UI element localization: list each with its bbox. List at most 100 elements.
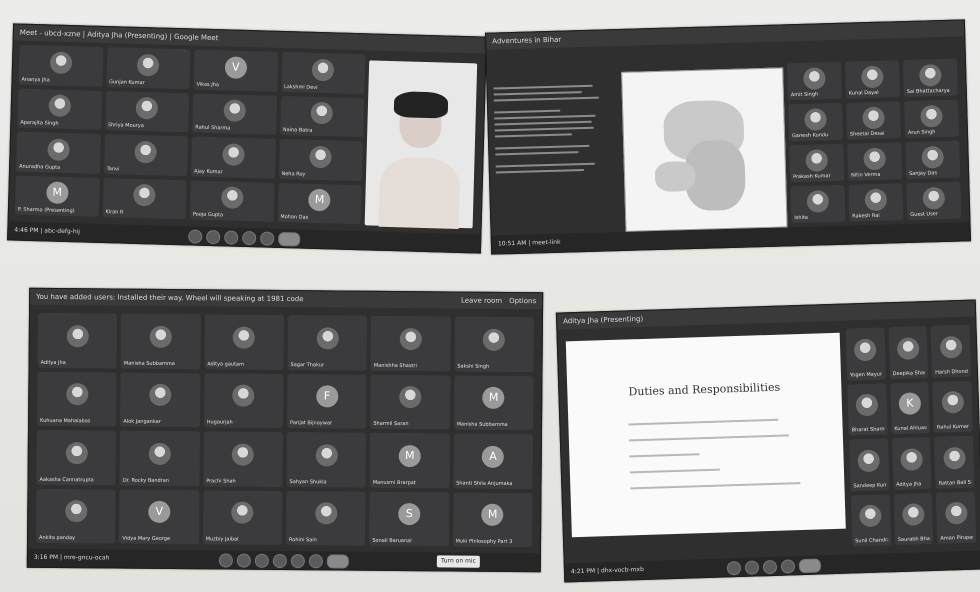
- camera-button[interactable]: [206, 229, 221, 245]
- participant-tile[interactable]: Nitin Verma: [847, 142, 903, 181]
- participant-tile[interactable]: Lakshmi Devi: [280, 51, 366, 94]
- leave-call-button[interactable]: [326, 554, 349, 569]
- participant-tile[interactable]: Kuhuana Mahalabas: [37, 371, 117, 427]
- more-options-button[interactable]: [780, 559, 796, 574]
- participant-tile[interactable]: K Kunal Ahluwalia: [889, 381, 931, 435]
- participant-tile[interactable]: Aditya Jha: [37, 312, 118, 369]
- participant-tile[interactable]: Sahyan Shukla: [286, 432, 367, 488]
- avatar: [941, 391, 964, 414]
- present-button[interactable]: [224, 230, 239, 245]
- participant-tile[interactable]: Sanjay Das: [905, 140, 961, 180]
- participant-tile[interactable]: Kiran R: [102, 177, 187, 220]
- participant-grid: Amit Singh Kunal Dayal Sai Bhattacharya Gan…: [786, 58, 962, 224]
- more-options-button[interactable]: [260, 231, 275, 246]
- participant-tile[interactable]: M Manisha Subbamma: [453, 374, 534, 431]
- participant-tile[interactable]: Rattan Bali Singh: [934, 435, 975, 489]
- mic-hint[interactable]: Turn on mic: [436, 555, 480, 568]
- camera-button[interactable]: [744, 560, 760, 575]
- mic-button[interactable]: [726, 560, 742, 576]
- participant-tile[interactable]: Tanvi: [103, 134, 189, 176]
- participant-tile[interactable]: Gunjan Kumar: [105, 47, 191, 89]
- avatar: [857, 449, 881, 472]
- participant-tile[interactable]: Sharmil Saran: [370, 374, 451, 430]
- participant-tile[interactable]: Aditya Jha: [891, 436, 932, 490]
- participant-tile[interactable]: Ganesh Kundu: [788, 102, 844, 142]
- avatar: F: [315, 385, 339, 408]
- leave-call-button[interactable]: [798, 558, 822, 574]
- participant-tile[interactable]: Aparajita Singh: [17, 88, 102, 130]
- participant-tile[interactable]: Manishha Shastri: [370, 315, 451, 371]
- avatar: [48, 94, 71, 118]
- participant-tile[interactable]: Guest User: [906, 181, 962, 221]
- mic-button[interactable]: [188, 229, 203, 244]
- participant-tile[interactable]: Sandeep Kumar: [848, 438, 890, 491]
- participant-tile[interactable]: Ananya Jha: [18, 44, 104, 87]
- participant-tile[interactable]: Muzbiy Jaibal: [202, 489, 283, 545]
- participant-tile[interactable]: Aman Pirupama: [936, 491, 977, 544]
- participant-tile[interactable]: Anuradha Gupta: [16, 131, 101, 174]
- participant-tile[interactable]: Saurabh Bhat: [893, 492, 934, 546]
- participant-name: Bharat Sharma: [851, 426, 885, 434]
- participant-tile[interactable]: Rahul Kumar: [932, 380, 973, 433]
- present-button[interactable]: [272, 553, 287, 569]
- participant-name: Dr. Rocky Bandran: [122, 477, 169, 484]
- participant-tile[interactable]: Shriya Mourya: [104, 90, 190, 133]
- participant-tile[interactable]: Hugaurjah: [203, 372, 284, 428]
- participant-tile[interactable]: Dr. Rocky Bandran: [119, 430, 200, 486]
- participant-tile[interactable]: S Sonali Baruanal: [369, 491, 450, 547]
- camera-button[interactable]: [236, 553, 251, 568]
- participant-tile[interactable]: Arun Singh: [904, 99, 960, 139]
- participant-tile[interactable]: Neha Roy: [278, 138, 363, 181]
- participant-tile[interactable]: Aditya gautam: [204, 314, 285, 370]
- participant-tile[interactable]: V Vidya Mary George: [119, 489, 200, 545]
- participant-tile[interactable]: Pooja Gupta: [189, 179, 275, 222]
- captions-button[interactable]: [254, 553, 269, 568]
- participant-tile[interactable]: M Mohan Das: [277, 182, 362, 225]
- raise-hand-button[interactable]: [242, 230, 257, 246]
- leave-call-button[interactable]: [278, 231, 301, 247]
- participant-tile[interactable]: Rohini Sain: [285, 490, 366, 546]
- shared-document: Duties and Responsibilities: [565, 332, 846, 538]
- participant-tile[interactable]: Prachi Shah: [203, 431, 283, 487]
- participant-tile[interactable]: Sunil Chandra: [850, 493, 891, 547]
- participant-tile[interactable]: Yogen Mayur: [845, 327, 886, 381]
- participant-tile[interactable]: Rakesh Rai: [848, 183, 904, 222]
- participant-tile[interactable]: F Parijat Bijnaywar: [287, 373, 367, 429]
- participant-tile[interactable]: Kunal Dayal: [844, 60, 900, 99]
- participant-name: Saurabh Bhat: [897, 536, 931, 544]
- participant-tile[interactable]: Ajay Kumar: [190, 136, 276, 179]
- raise-hand-button[interactable]: [290, 554, 305, 569]
- participant-tile[interactable]: Prakash Kumar: [789, 143, 845, 183]
- participant-tile[interactable]: Sai Bhattacharya: [902, 58, 958, 98]
- participant-tile[interactable]: Aakasha Cannatrupta: [36, 429, 117, 486]
- participant-tile[interactable]: Bharat Sharma: [847, 382, 888, 436]
- avatar: [149, 325, 172, 348]
- participant-tile[interactable]: M P. Sharma (Presenting): [14, 175, 100, 217]
- participant-tile[interactable]: Naina Batra: [279, 95, 365, 138]
- leave-room-link[interactable]: Leave room: [461, 293, 502, 309]
- options-link[interactable]: Options: [509, 293, 536, 309]
- avatar: M: [482, 387, 505, 410]
- participant-tile[interactable]: Sakshi Singh: [454, 316, 534, 372]
- participant-tile[interactable]: Ankita panday: [36, 488, 116, 544]
- participant-tile[interactable]: Alok Jangankar: [120, 372, 201, 428]
- participant-tile[interactable]: Harsh Dhondhuwarn: [930, 324, 972, 378]
- more-options-button[interactable]: [308, 554, 323, 569]
- participant-tile[interactable]: A Shanti Shila Anjumaka: [453, 433, 533, 489]
- avatar: [223, 99, 246, 123]
- participant-tile[interactable]: M Manusmi Brarpat: [369, 432, 450, 488]
- participant-name: Manishha Shastri: [373, 362, 417, 369]
- participant-tile[interactable]: M Muki Philosophy Part 3: [452, 491, 533, 548]
- participant-tile[interactable]: Ishita: [790, 184, 846, 224]
- participant-tile[interactable]: Amit Singh: [786, 61, 842, 101]
- participant-tile[interactable]: V Vikas Jha: [193, 49, 278, 92]
- avatar: [64, 500, 88, 523]
- participant-tile[interactable]: Sheetal Desai: [846, 101, 902, 140]
- mic-button[interactable]: [218, 553, 233, 568]
- participant-tile[interactable]: Rahul Sharma: [192, 92, 277, 135]
- participant-tile[interactable]: Manisha Subbamma: [120, 313, 201, 369]
- participant-tile[interactable]: Sagar Thakur: [287, 315, 368, 371]
- present-button[interactable]: [762, 559, 778, 575]
- participant-tile[interactable]: Deepika Sharma: [888, 326, 929, 379]
- participant-name: Ankita panday: [39, 534, 76, 542]
